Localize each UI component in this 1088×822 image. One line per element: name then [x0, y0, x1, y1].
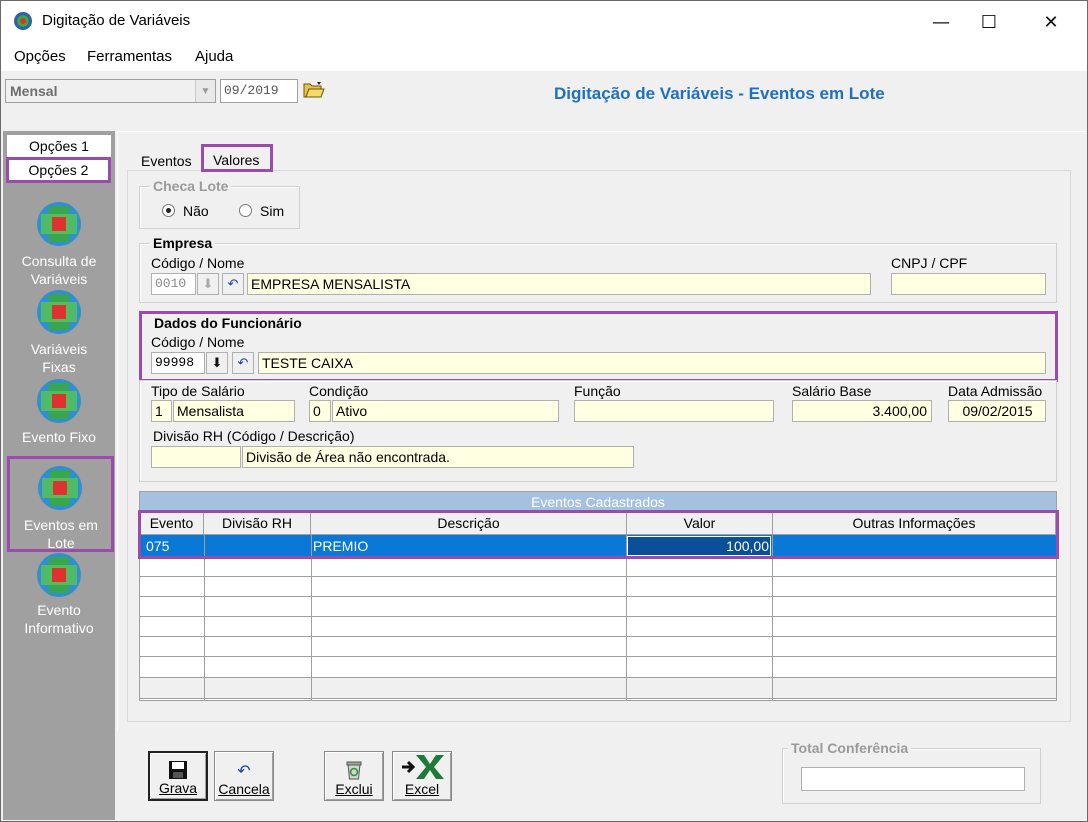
batch-events-icon: [38, 466, 82, 510]
cnpj-field[interactable]: [891, 273, 1046, 295]
menu-opcoes[interactable]: Opções: [14, 48, 66, 65]
tab-valores[interactable]: Valores: [201, 144, 273, 172]
grid-line: [140, 698, 1056, 699]
radio-nao[interactable]: [162, 204, 175, 217]
checa-lote-title: Checa Lote: [150, 178, 232, 194]
empresa-title: Empresa: [150, 235, 216, 251]
funcao-field[interactable]: [574, 400, 774, 422]
grid-line: [772, 678, 773, 698]
condicao-code-field[interactable]: 0: [309, 400, 331, 422]
condicao-field[interactable]: Ativo: [332, 400, 559, 422]
cancel-button-label: Cancela: [218, 781, 270, 797]
tab-eventos[interactable]: Eventos: [141, 153, 192, 169]
sidebar-item-variaveis-fixas[interactable]: Variáveis Fixas: [0, 283, 115, 375]
tipo-salario-field[interactable]: Mensalista: [173, 400, 295, 422]
funcionario-code-label: Código / Nome: [151, 334, 245, 350]
floppy-disk-icon: [169, 761, 187, 779]
funcionario-code-field[interactable]: 99998: [151, 352, 205, 374]
empresa-code-label: Código / Nome: [151, 255, 245, 271]
minimize-button[interactable]: —: [918, 6, 964, 38]
recycle-bin-icon: [346, 761, 362, 780]
funcionario-name-field[interactable]: TESTE CAIXA: [258, 352, 1046, 374]
maximize-button[interactable]: ☐: [966, 6, 1012, 38]
sidebar-item-label: Eventos em: [24, 517, 98, 533]
divisao-code-field[interactable]: [151, 446, 241, 468]
total-title: Total Conferência: [788, 740, 912, 756]
salario-base-label: Salário Base: [792, 383, 872, 399]
period-select-value: Mensal: [10, 83, 58, 99]
sidebar-item-label: Variáveis: [30, 341, 88, 357]
data-admissao-field[interactable]: 09/02/2015: [948, 400, 1046, 422]
sidebar-item-label: Informativo: [24, 620, 94, 636]
grid-line: [311, 678, 312, 698]
grid-line: [626, 535, 627, 700]
sidebar-item-label: Evento Fixo: [22, 429, 96, 445]
cnpj-label: CNPJ / CPF: [891, 255, 968, 271]
tab-valores-label: Valores: [213, 152, 260, 168]
grid-line: [140, 596, 1056, 597]
grid-line: [311, 535, 312, 700]
grid-line: [626, 678, 627, 698]
grid-line: [140, 636, 1056, 637]
screen-title: Digitação de Variáveis - Eventos em Lote: [554, 84, 885, 103]
salario-base-field[interactable]: 3.400,00: [792, 400, 932, 422]
tipo-salario-label: Tipo de Salário: [151, 383, 245, 399]
variables-query-icon: [37, 202, 81, 246]
grid-caption: Eventos Cadastrados: [140, 492, 1056, 512]
sidebar-item-eventos-em-lote[interactable]: Eventos em Lote: [7, 456, 114, 552]
empresa-name-field[interactable]: EMPRESA MENSALISTA: [247, 273, 871, 295]
download-icon[interactable]: ⬇: [206, 352, 228, 374]
save-button-label: Grava: [158, 780, 198, 796]
download-icon[interactable]: ⬇: [197, 273, 219, 295]
window-title: Digitação de Variáveis: [42, 12, 191, 29]
highlight-frame: [138, 510, 1059, 559]
grid-footer-row: [140, 678, 1056, 698]
folder-open-icon[interactable]: [300, 77, 328, 103]
funcao-label: Função: [574, 383, 621, 399]
excel-button-label: Excel: [404, 781, 440, 797]
grid-line: [204, 678, 205, 698]
radio-nao-label: Não: [183, 203, 209, 219]
app-logo-icon: [14, 12, 32, 30]
save-button[interactable]: Grava: [148, 751, 208, 801]
delete-button[interactable]: Exclui: [324, 751, 384, 801]
grid-line: [140, 616, 1056, 617]
divisao-desc-field[interactable]: Divisão de Área não encontrada.: [242, 446, 634, 468]
grid-line: [772, 535, 773, 700]
undo-icon[interactable]: ↶: [222, 273, 244, 295]
sidebar-item-evento-fixo[interactable]: Evento Fixo: [0, 372, 115, 450]
cancel-button[interactable]: ↶ Cancela: [214, 751, 274, 801]
sidebar-item-consulta-variaveis[interactable]: Consulta de Variáveis: [0, 195, 115, 290]
empresa-code-field[interactable]: 0010: [151, 273, 196, 295]
funcionario-title: Dados do Funcionário: [151, 315, 305, 331]
menu-ajuda[interactable]: Ajuda: [195, 48, 233, 65]
condicao-label: Condição: [309, 383, 369, 399]
close-button[interactable]: ✕: [1028, 6, 1074, 38]
informative-event-icon: [37, 553, 81, 597]
sidebar-item-label: Evento: [37, 602, 81, 618]
undo-icon[interactable]: ↶: [232, 352, 254, 374]
excel-export-icon: [402, 755, 444, 779]
delete-button-label: Exclui: [335, 781, 373, 797]
sidebar-item-evento-informativo[interactable]: Evento Informativo: [0, 546, 115, 641]
fixed-variables-icon: [37, 290, 81, 334]
sidebar-tab-opcoes-2[interactable]: Opções 2: [6, 157, 111, 183]
menu-ferramentas[interactable]: Ferramentas: [87, 48, 172, 65]
undo-icon: ↶: [237, 763, 251, 780]
sidebar-tab-opcoes-1[interactable]: Opções 1: [7, 135, 111, 157]
excel-button[interactable]: Excel: [392, 751, 452, 801]
divisao-rh-label: Divisão RH (Código / Descrição): [153, 428, 355, 444]
total-field[interactable]: [801, 767, 1025, 791]
grid-line: [140, 576, 1056, 577]
data-admissao-label: Data Admissão: [948, 383, 1043, 399]
competence-input[interactable]: 09/2019: [220, 79, 298, 103]
tipo-salario-code-field[interactable]: 1: [151, 400, 172, 422]
sidebar-item-label: Consulta de: [21, 253, 97, 269]
radio-sim[interactable]: [239, 204, 252, 217]
grid-line: [204, 535, 205, 700]
fixed-event-icon: [37, 379, 81, 423]
radio-sim-label: Sim: [260, 203, 285, 219]
chevron-down-icon[interactable]: ▼: [195, 80, 215, 102]
grid-line: [140, 656, 1056, 657]
